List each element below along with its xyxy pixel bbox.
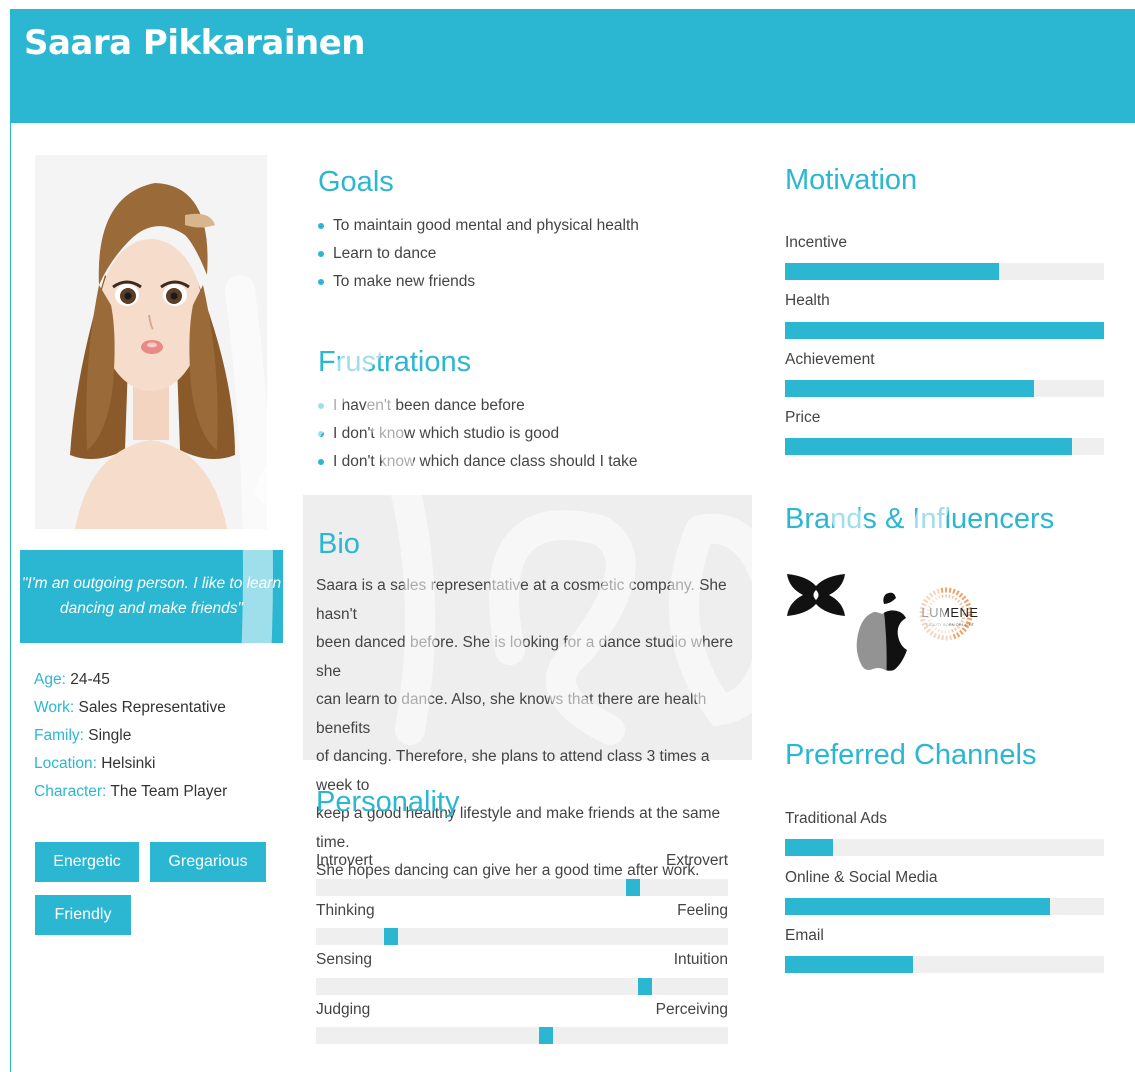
motivation-price-label: Price: [785, 409, 821, 426]
trait-introvert-label: Introvert: [316, 852, 373, 869]
motivation-achievement-label: Achievement: [785, 351, 875, 368]
tag-friendly: Friendly: [35, 895, 131, 935]
motivation-fill: [785, 438, 1072, 455]
fact-age: Age: 24-45: [34, 671, 110, 688]
svg-text:LUMENE: LUMENE: [921, 605, 978, 620]
under-armour-logo: [785, 572, 847, 618]
motivation-incentive-bar: [785, 263, 1104, 280]
channel-traditional-bar: [785, 839, 1104, 856]
fact-work: Work: Sales Representative: [34, 699, 226, 716]
bio-line: been danced before. She is looking for a…: [316, 634, 734, 680]
list-item: Learn to dance: [317, 240, 639, 268]
bio-line: can learn to dance. Also, she knows that…: [316, 691, 707, 737]
frustrations-list: I haven't been dance before I don't know…: [317, 392, 638, 476]
channel-email-bar: [785, 956, 1104, 973]
motivation-price-bar: [785, 438, 1104, 455]
channel-traditional-label: Traditional Ads: [785, 810, 887, 827]
goals-list: To maintain good mental and physical hea…: [317, 212, 639, 296]
channel-online-bar: [785, 898, 1104, 915]
list-item: To make new friends: [317, 268, 639, 296]
trait-sensing-label: Sensing: [316, 951, 373, 968]
motivation-fill: [785, 322, 1104, 339]
channel-fill: [785, 956, 913, 973]
channel-online-label: Online & Social Media: [785, 869, 938, 886]
tag-gregarious: Gregarious: [150, 842, 266, 882]
trait-thinking-label: Thinking: [316, 902, 375, 919]
trait-marker: [638, 978, 652, 995]
avatar-illustration: [70, 183, 235, 529]
tag-energetic: Energetic: [35, 842, 139, 882]
persona-name: Saara Pikkarainen: [24, 23, 366, 63]
svg-text:BEAUTY BORN OF LIGHT: BEAUTY BORN OF LIGHT: [926, 622, 975, 627]
trait-marker: [539, 1027, 553, 1044]
trait-marker: [626, 879, 640, 896]
trait-perceiving-label: Perceiving: [655, 1001, 728, 1018]
trait-judging-label: Judging: [316, 1001, 371, 1018]
list-item: To maintain good mental and physical hea…: [317, 212, 639, 240]
trait-feeling-label: Feeling: [677, 902, 728, 919]
trait-slider-judging-perceiving: [316, 1027, 728, 1044]
motivation-incentive-label: Incentive: [785, 234, 848, 251]
list-item: I don't know which dance class should I …: [317, 448, 638, 476]
fact-character: Character: The Team Player: [34, 783, 228, 800]
persona-avatar: [35, 155, 267, 529]
apple-logo: [856, 590, 908, 672]
fact-location: Location: Helsinki: [34, 755, 156, 772]
motivation-heading: Motivation: [785, 164, 918, 196]
trait-slider-introvert-extrovert: [316, 879, 728, 896]
bio-text: Saara is a sales representative at a cos…: [316, 572, 746, 886]
motivation-health-label: Health: [785, 292, 830, 309]
channel-email-label: Email: [785, 927, 824, 944]
motivation-fill: [785, 380, 1034, 397]
trait-slider-sensing-intuition: [316, 978, 728, 995]
channel-fill: [785, 839, 833, 856]
header-banner: Saara Pikkarainen: [10, 9, 1135, 123]
channels-heading: Preferred Channels: [785, 739, 1037, 771]
lumene-logo: LUMENE BEAUTY BORN OF LIGHT: [916, 586, 982, 642]
trait-extrovert-label: Extrovert: [665, 852, 728, 869]
trait-intuition-label: Intuition: [673, 951, 728, 968]
motivation-fill: [785, 263, 999, 280]
channel-fill: [785, 898, 1050, 915]
fact-family: Family: Single: [34, 727, 132, 744]
list-item: I don't know which studio is good: [317, 420, 638, 448]
persona-facts: Age: 24-45 Work: Sales Representative Fa…: [34, 666, 294, 806]
personality-heading: Personality: [316, 786, 460, 818]
bio-line: Saara is a sales representative at a cos…: [316, 577, 727, 623]
motivation-achievement-bar: [785, 380, 1104, 397]
frustrations-heading: Frustrations: [318, 346, 472, 378]
goals-heading: Goals: [318, 166, 394, 198]
list-item: I haven't been dance before: [317, 392, 638, 420]
trait-marker: [384, 928, 398, 945]
trait-slider-thinking-feeling: [316, 928, 728, 945]
motivation-health-bar: [785, 322, 1104, 339]
persona-quote: "I'm an outgoing person. I like to learn…: [20, 550, 283, 643]
brands-heading: Brands & Influencers: [785, 503, 1055, 535]
bio-heading: Bio: [318, 528, 360, 560]
